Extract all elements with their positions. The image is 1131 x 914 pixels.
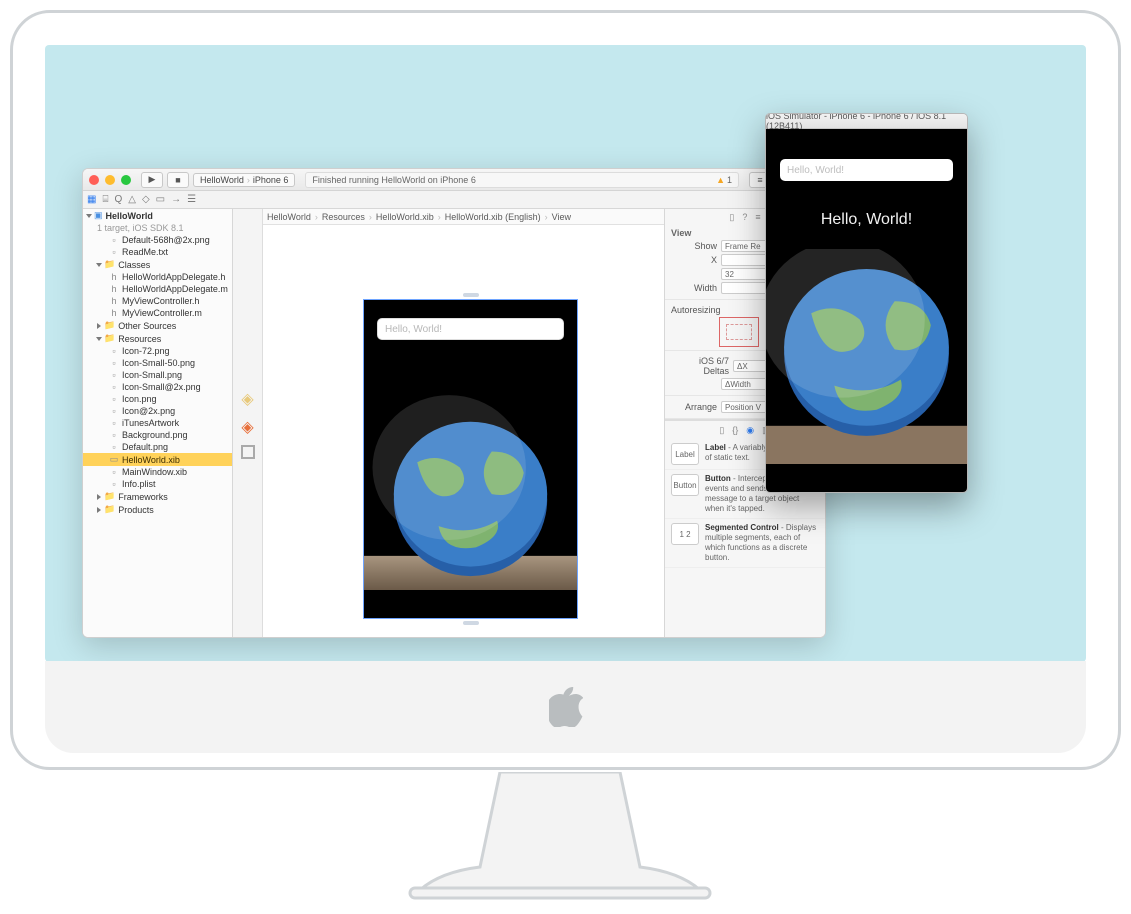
nav-file[interactable]: ▫ReadMe.txt: [83, 246, 232, 258]
width-label: Width: [671, 283, 717, 293]
apple-logo-icon: [549, 687, 583, 727]
nav-folder-other[interactable]: 📁Other Sources: [83, 319, 232, 332]
arrange-label: Arrange: [671, 402, 717, 412]
file-owner-cube-icon[interactable]: ◈: [241, 417, 253, 437]
minimize-icon[interactable]: [105, 175, 115, 185]
warning-icon: ▲: [716, 175, 725, 185]
xcode-titlebar[interactable]: ▶ ■ HelloWorld › iPhone 6 Finished runni…: [83, 169, 825, 191]
nav-file[interactable]: ▫Default.png: [83, 441, 232, 453]
nav-test-icon[interactable]: ◇: [142, 194, 150, 205]
nav-project-icon[interactable]: ▦: [87, 194, 96, 205]
breadcrumb-item[interactable]: HelloWorld.xib: [376, 212, 434, 222]
document-outline-gutter: ◈ ◈: [233, 209, 263, 637]
project-subtitle: 1 target, iOS SDK 8.1: [83, 222, 232, 234]
file-inspector-icon[interactable]: ▯: [729, 212, 734, 223]
nav-breakpoint-icon[interactable]: →: [171, 194, 181, 205]
nav-folder-products[interactable]: 📁Products: [83, 503, 232, 516]
library-item-thumb: 1 2: [671, 523, 699, 545]
imac-frame: ▶ ■ HelloWorld › iPhone 6 Finished runni…: [10, 10, 1121, 770]
imac-screen: ▶ ■ HelloWorld › iPhone 6 Finished runni…: [45, 45, 1086, 662]
nav-file[interactable]: hMyViewController.m: [83, 307, 232, 319]
object-library-icon[interactable]: ◉: [746, 425, 754, 436]
interface-builder-canvas[interactable]: HelloWorld›Resources›HelloWorld.xib›Hell…: [233, 209, 665, 637]
stop-button[interactable]: ■: [167, 172, 189, 188]
ib-root-view[interactable]: Hello, World!: [363, 299, 578, 619]
nav-file[interactable]: ▫Icon-Small@2x.png: [83, 381, 232, 393]
show-label: Show: [671, 241, 717, 251]
nav-debug-icon[interactable]: ▭: [156, 194, 165, 205]
xcode-window: ▶ ■ HelloWorld › iPhone 6 Finished runni…: [82, 168, 826, 638]
nav-folder-resources[interactable]: 📁Resources: [83, 332, 232, 345]
nav-find-icon[interactable]: Q: [114, 194, 122, 205]
jump-bar[interactable]: HelloWorld›Resources›HelloWorld.xib›Hell…: [233, 209, 664, 225]
xcode-proj-icon: ▣: [94, 210, 103, 221]
project-navigator[interactable]: ▣ HelloWorld 1 target, iOS SDK 8.1 ▫Defa…: [83, 209, 233, 637]
deltas-label: iOS 6/7 Deltas: [671, 356, 729, 376]
nav-file[interactable]: ▫Icon@2x.png: [83, 405, 232, 417]
nav-file[interactable]: ▫Background.png: [83, 429, 232, 441]
library-item-thumb: Button: [671, 474, 699, 496]
ib-background-image: [364, 390, 577, 590]
warning-count: 1: [727, 175, 732, 185]
breadcrumb-item[interactable]: HelloWorld: [267, 212, 311, 222]
imac-chin: [45, 661, 1086, 753]
scheme-project-label: HelloWorld: [200, 175, 244, 185]
nav-file-selected[interactable]: ▭HelloWorld.xib: [83, 453, 232, 466]
simulator-titlebar[interactable]: iOS Simulator - iPhone 6 - iPhone 6 / iO…: [766, 114, 967, 129]
ib-textfield[interactable]: Hello, World!: [377, 318, 564, 340]
breadcrumb-item[interactable]: View: [552, 212, 571, 222]
navigator-tab-bar: ▦ ⌸ Q △ ◇ ▭ → ☰ ▤ | ‹ ›: [83, 191, 825, 209]
autoresizing-label: Autoresizing: [671, 305, 717, 315]
view-square-icon[interactable]: [241, 445, 255, 459]
nav-report-icon[interactable]: ☰: [187, 194, 196, 205]
library-item[interactable]: 1 2 Segmented Control - Displays multipl…: [665, 519, 825, 568]
library-item-thumb: Label: [671, 443, 699, 465]
nav-file[interactable]: ▫Default-568h@2x.png: [83, 234, 232, 246]
warning-badge[interactable]: ▲ 1: [716, 175, 732, 185]
nav-symbol-icon[interactable]: ⌸: [102, 194, 108, 205]
nav-file[interactable]: hHelloWorldAppDelegate.h: [83, 271, 232, 283]
status-text: Finished running HelloWorld on iPhone 6: [312, 175, 475, 185]
code-snippet-icon[interactable]: {}: [732, 425, 738, 435]
nav-file[interactable]: ▫Info.plist: [83, 478, 232, 490]
project-name: HelloWorld: [106, 211, 153, 221]
scheme-selector[interactable]: HelloWorld › iPhone 6: [193, 173, 295, 187]
run-button[interactable]: ▶: [141, 172, 163, 188]
nav-file[interactable]: ▫Icon-72.png: [83, 345, 232, 357]
nav-file[interactable]: ▫Icon.png: [83, 393, 232, 405]
project-root[interactable]: ▣ HelloWorld: [83, 209, 232, 222]
nav-issue-icon[interactable]: △: [128, 194, 136, 205]
ios-simulator-window[interactable]: iOS Simulator - iPhone 6 - iPhone 6 / iO…: [765, 113, 968, 493]
quick-help-icon[interactable]: ?: [742, 212, 747, 222]
breadcrumb-item[interactable]: Resources: [322, 212, 365, 222]
sim-textfield[interactable]: Hello, World!: [780, 159, 953, 181]
zoom-icon[interactable]: [121, 175, 131, 185]
nav-folder-classes[interactable]: 📁Classes: [83, 258, 232, 271]
nav-file[interactable]: hMyViewController.h: [83, 295, 232, 307]
nav-file[interactable]: hHelloWorldAppDelegate.m: [83, 283, 232, 295]
identity-inspector-icon[interactable]: ≡: [755, 212, 760, 222]
scheme-device-label: iPhone 6: [253, 175, 289, 185]
placeholder-cube-icon[interactable]: ◈: [241, 389, 253, 409]
close-icon[interactable]: [89, 175, 99, 185]
autoresizing-control[interactable]: [719, 317, 759, 347]
activity-status: Finished running HelloWorld on iPhone 6 …: [305, 172, 739, 188]
x-label: X: [671, 255, 717, 265]
imac-stand: [380, 772, 740, 902]
simulator-screen[interactable]: Hello, World! Hello, World!: [766, 129, 967, 492]
ib-textfield-placeholder: Hello, World!: [385, 324, 442, 335]
nav-file[interactable]: ▫Icon-Small-50.png: [83, 357, 232, 369]
library-item-desc: Segmented Control - Displays multiple se…: [705, 523, 819, 563]
sim-hello-label: Hello, World!: [766, 211, 967, 229]
file-template-icon[interactable]: ▯: [719, 425, 724, 436]
sim-background-image: [766, 249, 967, 464]
nav-file[interactable]: ▫Icon-Small.png: [83, 369, 232, 381]
sim-textfield-placeholder: Hello, World!: [787, 165, 844, 176]
nav-file[interactable]: ▫MainWindow.xib: [83, 466, 232, 478]
nav-folder-frameworks[interactable]: 📁Frameworks: [83, 490, 232, 503]
breadcrumb-item[interactable]: HelloWorld.xib (English): [445, 212, 541, 222]
nav-file[interactable]: ▫iTunesArtwork: [83, 417, 232, 429]
